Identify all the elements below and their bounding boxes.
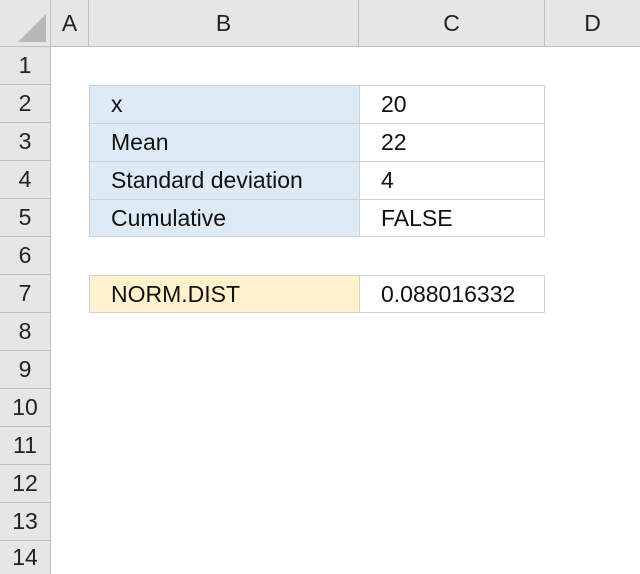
column-header-d[interactable]: D: [545, 0, 640, 47]
select-all-triangle-icon: [18, 14, 46, 42]
column-header-c[interactable]: C: [359, 0, 545, 47]
cell-b5-label[interactable]: Cumulative: [89, 199, 360, 237]
row-header-13[interactable]: 13: [0, 503, 51, 541]
row-header-9[interactable]: 9: [0, 351, 51, 389]
row-header-2[interactable]: 2: [0, 85, 51, 123]
row-header-6[interactable]: 6: [0, 237, 51, 275]
row-header-4[interactable]: 4: [0, 161, 51, 199]
cell-c3-value[interactable]: 22: [359, 123, 545, 162]
row-header-8[interactable]: 8: [0, 313, 51, 351]
row-header-11[interactable]: 11: [0, 427, 51, 465]
row-header-10[interactable]: 10: [0, 389, 51, 427]
row-header-7[interactable]: 7: [0, 275, 51, 313]
row-header-3[interactable]: 3: [0, 123, 51, 161]
cell-b3-label[interactable]: Mean: [89, 123, 360, 162]
row-header-14[interactable]: 14: [0, 541, 51, 574]
cell-c4-value[interactable]: 4: [359, 161, 545, 200]
cell-b2-label[interactable]: x: [89, 85, 360, 124]
cell-b7-label[interactable]: NORM.DIST: [89, 275, 360, 313]
row-header-1[interactable]: 1: [0, 47, 51, 85]
cell-b4-label[interactable]: Standard deviation: [89, 161, 360, 200]
row-header-12[interactable]: 12: [0, 465, 51, 503]
cell-c7-value[interactable]: 0.088016332: [359, 275, 545, 313]
select-all-corner[interactable]: [0, 0, 51, 47]
cell-c2-value[interactable]: 20: [359, 85, 545, 124]
column-header-b[interactable]: B: [89, 0, 359, 47]
row-header-5[interactable]: 5: [0, 199, 51, 237]
spreadsheet: A B C D 1 2 3 4 5 6 7 8 9 10 11 12 13 14…: [0, 0, 640, 574]
cell-c5-value[interactable]: FALSE: [359, 199, 545, 237]
column-header-a[interactable]: A: [51, 0, 89, 47]
